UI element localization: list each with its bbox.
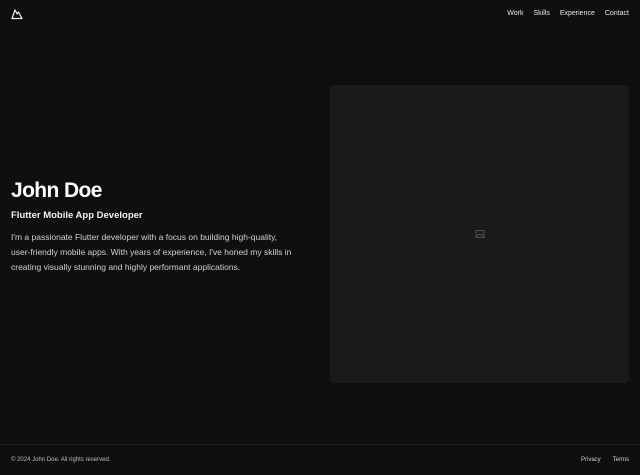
page: Work Skills Experience Contact John Doe … <box>0 0 640 475</box>
nav-link-work[interactable]: Work <box>507 9 523 19</box>
hero-image-card <box>330 85 629 383</box>
nav-link-contact[interactable]: Contact <box>605 9 629 19</box>
mountain-logo-icon <box>11 9 23 20</box>
main-nav: Work Skills Experience Contact <box>507 9 629 19</box>
site-footer: © 2024 John Doe. All rights reserved. Pr… <box>0 444 640 475</box>
copyright-text: © 2024 John Doe. All rights reserved. <box>11 457 111 463</box>
image-placeholder-icon <box>475 230 484 238</box>
footer-links: Privacy Terms <box>581 457 629 463</box>
site-header: Work Skills Experience Contact <box>0 0 640 28</box>
nav-link-skills[interactable]: Skills <box>534 9 550 19</box>
hero-bio: I'm a passionate Flutter developer with … <box>11 232 292 273</box>
nav-link-experience[interactable]: Experience <box>560 9 595 19</box>
hero-role: Flutter Mobile App Developer <box>11 210 143 221</box>
hero-intro: John Doe Flutter Mobile App Developer I'… <box>11 178 301 276</box>
hero-name: John Doe <box>11 179 102 202</box>
logo-link[interactable] <box>11 8 23 20</box>
footer-link-privacy[interactable]: Privacy <box>581 457 601 463</box>
footer-link-terms[interactable]: Terms <box>613 457 629 463</box>
